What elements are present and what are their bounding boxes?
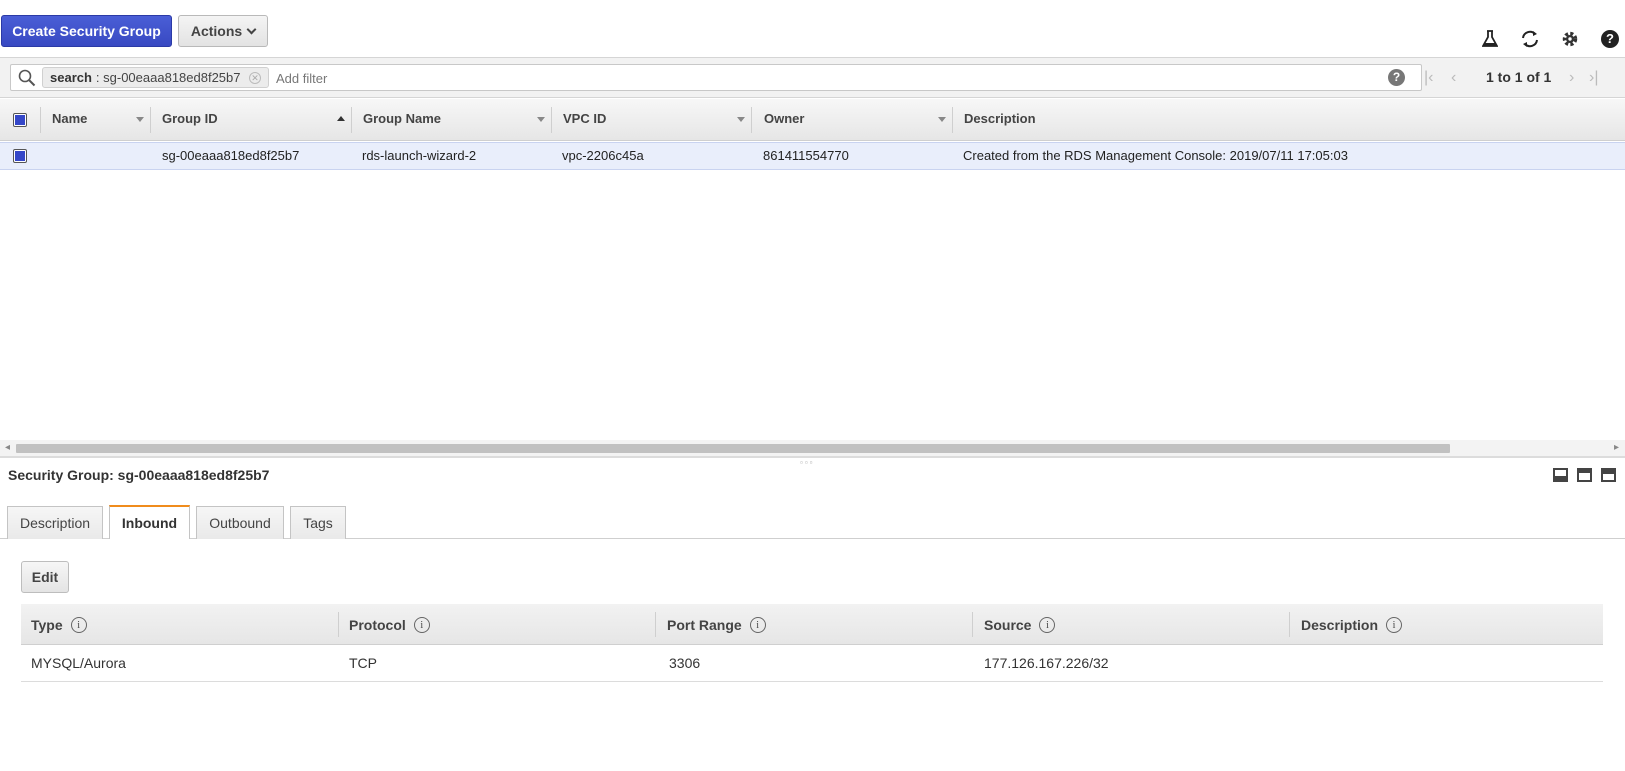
sort-caret-icon[interactable] bbox=[537, 117, 545, 122]
rule-header-port-range: Port Range i bbox=[667, 617, 766, 633]
column-header-group-id[interactable]: Group ID bbox=[162, 111, 218, 126]
cell-group-id: sg-00eaaa818ed8f25b7 bbox=[162, 148, 300, 163]
info-icon[interactable]: i bbox=[70, 617, 87, 633]
rule-cell-source: 177.126.167.226/32 bbox=[984, 655, 1109, 671]
remove-filter-icon[interactable]: ✕ bbox=[249, 72, 261, 84]
rule-header-type-label: Type bbox=[31, 617, 63, 633]
rule-header-type: Type i bbox=[31, 617, 87, 633]
column-separator bbox=[972, 612, 973, 637]
actions-label: Actions bbox=[190, 23, 243, 39]
flask-icon[interactable] bbox=[1479, 28, 1501, 50]
tab-description[interactable]: Description bbox=[7, 506, 103, 539]
scroll-right-icon[interactable]: ▸ bbox=[1614, 442, 1619, 453]
select-all-checkbox[interactable] bbox=[13, 113, 27, 127]
rule-header-port-range-label: Port Range bbox=[667, 617, 742, 633]
column-separator[interactable] bbox=[351, 107, 352, 133]
column-header-owner[interactable]: Owner bbox=[764, 111, 804, 126]
sort-caret-icon[interactable] bbox=[136, 117, 144, 122]
info-icon[interactable]: i bbox=[1386, 617, 1403, 633]
rule-cell-port-range: 3306 bbox=[669, 655, 701, 671]
sort-ascending-icon[interactable] bbox=[337, 116, 345, 121]
sort-caret-icon[interactable] bbox=[737, 117, 745, 122]
refresh-icon[interactable] bbox=[1519, 28, 1541, 50]
pagination-label: 1 to 1 of 1 bbox=[1486, 69, 1552, 85]
tab-inbound[interactable]: Inbound bbox=[109, 505, 190, 539]
tab-outbound[interactable]: Outbound bbox=[196, 506, 284, 539]
column-header-name[interactable]: Name bbox=[52, 111, 87, 126]
filter-help-icon[interactable]: ? bbox=[1388, 69, 1405, 86]
info-icon[interactable]: i bbox=[749, 617, 766, 633]
rule-header-protocol: Protocol i bbox=[349, 617, 430, 633]
gear-icon[interactable] bbox=[1559, 28, 1581, 50]
rule-header-protocol-label: Protocol bbox=[349, 617, 406, 633]
rule-header-description: Description i bbox=[1301, 617, 1403, 633]
column-separator bbox=[655, 612, 656, 637]
info-icon[interactable]: i bbox=[413, 617, 430, 633]
actions-dropdown-button[interactable]: Actions bbox=[178, 15, 268, 47]
cell-group-name: rds-launch-wizard-2 bbox=[362, 148, 477, 163]
detail-panel-title: Security Group: sg-00eaaa818ed8f25b7 bbox=[8, 467, 270, 483]
layout-split-icon[interactable] bbox=[1577, 468, 1592, 482]
next-page-icon[interactable]: › bbox=[1569, 69, 1574, 87]
rule-header-description-label: Description bbox=[1301, 617, 1379, 633]
edit-button[interactable]: Edit bbox=[21, 561, 69, 593]
scrollbar-thumb[interactable] bbox=[16, 444, 1450, 453]
rule-cell-type: MYSQL/Aurora bbox=[31, 655, 126, 671]
filter-token[interactable]: search : sg-00eaaa818ed8f25b7 ✕ bbox=[42, 67, 269, 88]
column-header-vpc-id[interactable]: VPC ID bbox=[563, 111, 606, 126]
filter-token-key: search bbox=[50, 70, 92, 85]
filter-token-value: : sg-00eaaa818ed8f25b7 bbox=[95, 70, 241, 85]
rule-header-source-label: Source bbox=[984, 617, 1032, 633]
cell-owner: 861411554770 bbox=[763, 148, 849, 163]
column-separator bbox=[338, 612, 339, 637]
chevron-down-icon bbox=[246, 24, 257, 34]
cell-vpc-id: vpc-2206c45a bbox=[562, 148, 644, 163]
column-header-group-name[interactable]: Group Name bbox=[363, 111, 441, 126]
last-page-icon[interactable]: ›| bbox=[1589, 69, 1598, 87]
scroll-left-icon[interactable]: ◂ bbox=[5, 442, 10, 453]
layout-top-icon[interactable] bbox=[1601, 468, 1616, 482]
info-icon[interactable]: i bbox=[1039, 617, 1056, 633]
splitter-grip-icon[interactable]: ▫▫▫ bbox=[800, 458, 815, 467]
column-separator[interactable] bbox=[150, 107, 151, 133]
rule-cell-protocol: TCP bbox=[349, 655, 377, 671]
layout-bottom-icon[interactable] bbox=[1553, 468, 1568, 482]
row-checkbox[interactable] bbox=[13, 149, 27, 163]
create-security-group-button[interactable]: Create Security Group bbox=[1, 15, 172, 47]
column-separator[interactable] bbox=[551, 107, 552, 133]
column-separator bbox=[40, 107, 41, 133]
search-icon bbox=[18, 69, 36, 87]
column-separator bbox=[1289, 612, 1290, 637]
tab-tags[interactable]: Tags bbox=[290, 506, 346, 539]
first-page-icon[interactable]: |‹ bbox=[1424, 69, 1433, 87]
prev-page-icon[interactable]: ‹ bbox=[1451, 69, 1456, 87]
column-separator[interactable] bbox=[952, 107, 953, 133]
rule-header-source: Source i bbox=[984, 617, 1056, 633]
grid-header bbox=[0, 99, 1625, 141]
column-separator[interactable] bbox=[751, 107, 752, 133]
sort-caret-icon[interactable] bbox=[938, 117, 946, 122]
add-filter-input[interactable] bbox=[274, 68, 874, 88]
cell-description: Created from the RDS Management Console:… bbox=[963, 148, 1348, 163]
rule-row-divider bbox=[21, 681, 1603, 682]
column-header-description[interactable]: Description bbox=[964, 111, 1036, 126]
help-icon[interactable]: ? bbox=[1599, 28, 1621, 50]
